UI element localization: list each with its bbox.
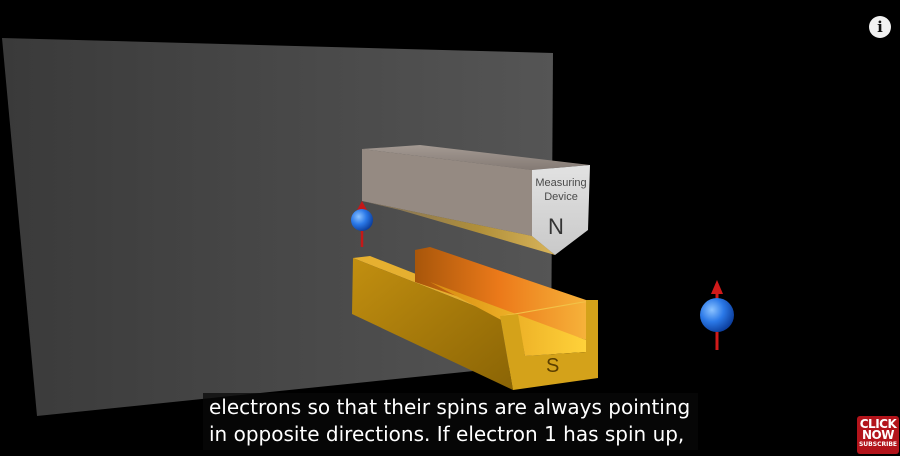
info-icon[interactable]: i xyxy=(869,16,891,38)
video-scene xyxy=(2,38,734,416)
caption-line-1: electrons so that their spins are always… xyxy=(209,395,691,419)
device-label-line2: Device xyxy=(544,191,578,203)
caption-line-2: in opposite directions. If electron 1 ha… xyxy=(209,422,685,446)
electron-spin-up xyxy=(700,280,734,350)
subscribe-watermark[interactable]: CLICK NOW SUBSCRIBE xyxy=(857,416,899,454)
subscribe-line-2: NOW xyxy=(862,428,894,442)
video-player[interactable]: Measuring Device N S i electrons so that… xyxy=(0,0,900,456)
measuring-device-label: Measuring Device xyxy=(531,176,591,204)
subscribe-line-3: SUBSCRIBE xyxy=(858,441,897,448)
device-label-line1: Measuring xyxy=(535,177,587,189)
south-pole-label: S xyxy=(546,355,560,377)
caption-box: electrons so that their spins are always… xyxy=(203,393,699,450)
north-pole-label: N xyxy=(548,214,564,239)
